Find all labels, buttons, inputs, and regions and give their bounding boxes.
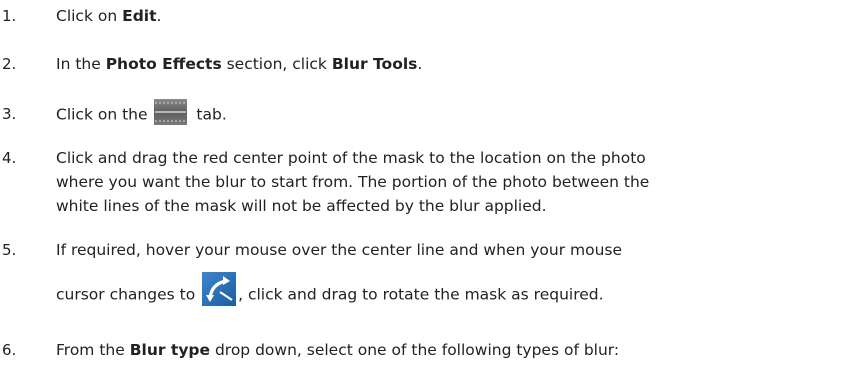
step-text: tab. [196,105,227,124]
step-number: 3. [2,105,17,123]
step-text: cursor changes to [56,285,196,304]
step-text: Click on the [56,105,148,124]
step-text-line: where you want the blur to start from. T… [56,173,650,191]
ui-term-edit: Edit [122,7,157,25]
ui-term-blur-tools: Blur Tools [331,55,418,73]
step-number: 2. [2,55,17,73]
step-text: , click and drag to rotate the mask as r… [238,285,604,304]
step-text: In the [56,55,106,73]
linear-blur-tab-icon [154,99,188,125]
step-text: . [156,7,162,25]
step-text: Click on [56,7,123,25]
step-text-line: Click and drag the red center point of t… [56,149,646,167]
step-number: 5. [2,241,17,259]
step-number: 1. [2,7,17,25]
step-number: 4. [2,149,17,167]
ui-term-photo-effects: Photo Effects [105,55,222,73]
step-text-line: If required, hover your mouse over the c… [56,241,623,259]
step-text: . [417,55,423,73]
step-text: section, click [221,55,332,73]
step-number: 6. [2,341,17,359]
step-text-line: white lines of the mask will not be affe… [56,197,547,215]
step-text: From the [56,341,130,359]
rotate-cursor-icon [202,272,237,306]
step-text: drop down, select one of the following t… [210,341,620,359]
ui-term-blur-type: Blur type [129,341,211,359]
